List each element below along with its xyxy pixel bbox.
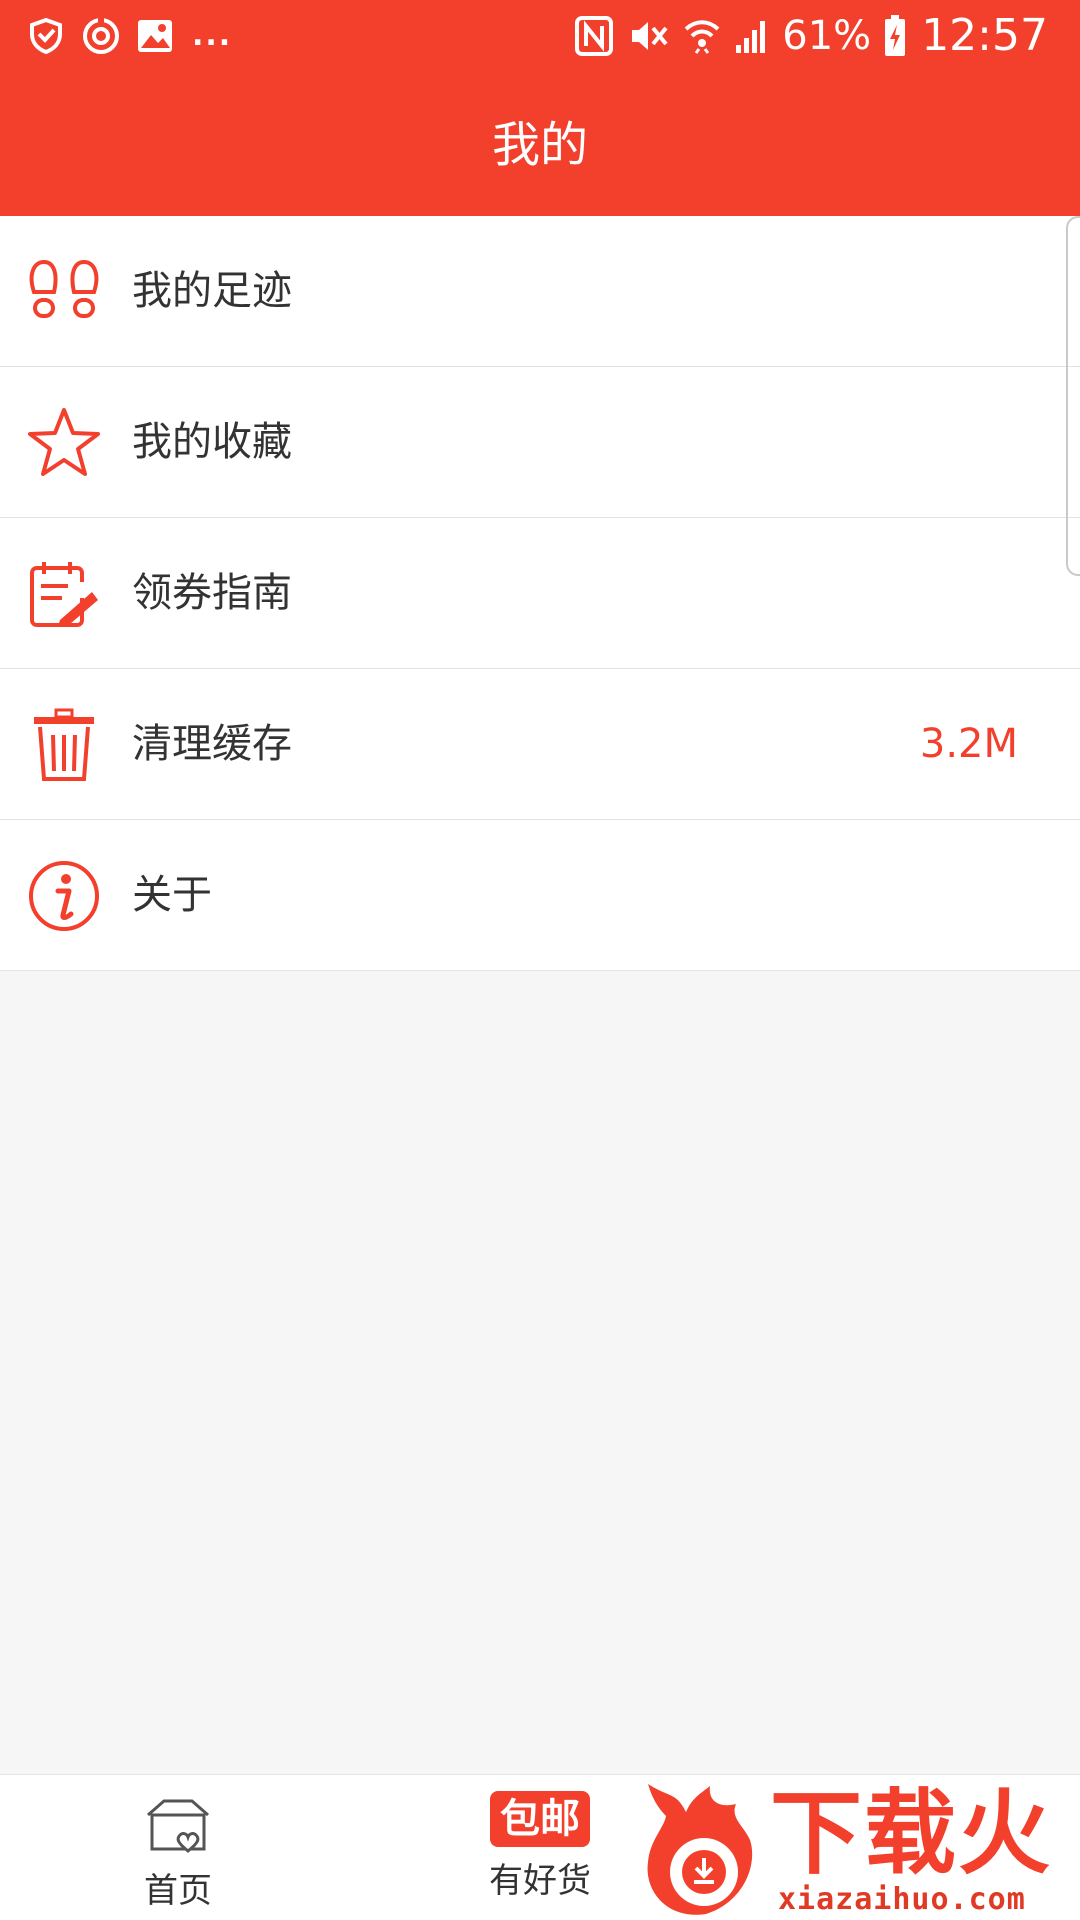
watermark-title: 下载火: [770, 1780, 1053, 1887]
nfc-icon: [575, 16, 614, 56]
menu-item-label: 我的足迹: [132, 268, 292, 314]
info-icon: [29, 861, 99, 931]
battery-icon: [885, 15, 906, 56]
screen: ... 61% 12:57 我的 我的足迹 我的收藏 领券指南 清理缓存 3.2…: [0, 0, 1080, 1920]
menu-item-label: 领券指南: [132, 570, 292, 616]
sync-icon: [83, 17, 119, 54]
menu-item-label: 关于: [132, 872, 212, 918]
trash-icon: [34, 708, 94, 781]
status-bar: ... 61% 12:57: [0, 0, 1080, 76]
watermark-domain: xiazaihuo.com: [778, 1882, 1026, 1917]
menu-item-about[interactable]: 关于: [0, 820, 1080, 971]
flame-logo-icon: [647, 1784, 753, 1915]
wifi-icon: [684, 20, 720, 54]
tab-deals-label: 有好货: [489, 1861, 591, 1901]
menu-item-label: 清理缓存: [132, 721, 292, 767]
scroll-indicator[interactable]: [1066, 216, 1080, 576]
status-time: 12:57: [921, 10, 1048, 61]
free-shipping-badge: 包邮: [490, 1791, 590, 1847]
tab-home[interactable]: 首页: [118, 1795, 238, 1915]
shield-check-icon: [30, 17, 62, 55]
coupon-guide-icon: [30, 562, 98, 627]
menu-item-clear-cache[interactable]: 清理缓存 3.2M: [0, 669, 1080, 820]
status-overflow-text: ...: [192, 18, 233, 53]
tab-deals[interactable]: 包邮 有好货: [470, 1791, 610, 1915]
menu-list: 我的足迹 我的收藏 领券指南 清理缓存 3.2M 关于: [0, 216, 1080, 971]
image-icon: [138, 20, 172, 52]
tab-home-label: 首页: [144, 1871, 212, 1911]
status-icons-left: ...: [26, 12, 232, 60]
home-heart-icon: [147, 1799, 209, 1853]
header: ... 61% 12:57 我的: [0, 0, 1080, 216]
vibrate-icon: [632, 22, 668, 50]
star-icon: [28, 408, 100, 476]
menu-item-footprints[interactable]: 我的足迹: [0, 216, 1080, 367]
footprints-icon: [29, 259, 99, 318]
menu-item-favorites[interactable]: 我的收藏: [0, 367, 1080, 518]
cache-size-value: 3.2M: [919, 721, 1018, 767]
battery-percent: 61%: [782, 13, 872, 59]
signal-icon: [736, 21, 766, 53]
status-icons-right: 61% 12:57: [574, 10, 1048, 62]
menu-item-coupon-guide[interactable]: 领券指南: [0, 518, 1080, 669]
page-title: 我的: [491, 117, 588, 173]
watermark: 下载火 xiazaihuo.com: [640, 1778, 1080, 1920]
menu-item-label: 我的收藏: [132, 419, 292, 465]
